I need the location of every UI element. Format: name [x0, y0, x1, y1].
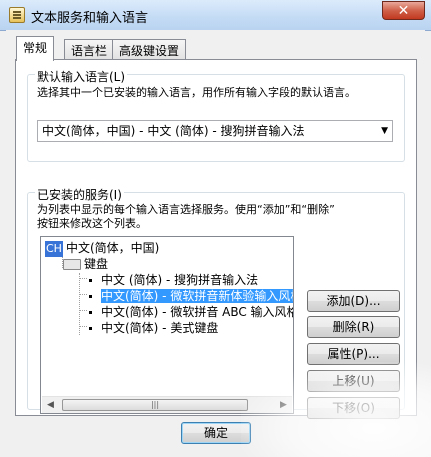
installed-services-tree[interactable]: CH 中文(简体，中国) 键盘 中文 (简体) - 搜狗拼音输入法 中文(简体) …	[40, 236, 294, 414]
tree-item-label: 中文(简体) - 微软拼音 ABC 输入风格	[101, 305, 294, 319]
tree-item-ms-abc[interactable]: 中文(简体) - 微软拼音 ABC 输入风格	[89, 304, 294, 320]
scroll-left-arrow-icon[interactable]: ◀	[42, 397, 59, 413]
default-language-selected-value: 中文(简体，中国) - 中文 (简体) - 搜狗拼音输入法	[42, 124, 305, 138]
bullet-icon	[89, 295, 92, 298]
scroll-right-arrow-icon[interactable]: ▶	[275, 397, 292, 413]
app-icon	[9, 7, 25, 23]
tree-language-node[interactable]: CH 中文(简体，中国)	[45, 240, 159, 257]
installed-services-description-line1: 为列表中显示的每个输入语言选择服务。使用“添加”和“删除”	[37, 203, 335, 216]
tree-item-label: 中文 (简体) - 搜狗拼音输入法	[101, 273, 259, 287]
tab-general[interactable]: 常规	[16, 36, 55, 61]
tab-language-bar[interactable]: 语言栏	[64, 39, 115, 59]
tab-panel-general: 默认输入语言(L) 选择其中一个已安装的输入语言，用作所有输入字段的默认语言。 …	[15, 59, 417, 419]
bullet-icon	[89, 311, 92, 314]
close-button[interactable]: ✕	[382, 1, 425, 20]
properties-button[interactable]: 属性(P)...	[307, 343, 400, 365]
tree-item-ms-new-experience[interactable]: 中文(简体) - 微软拼音新体验输入风格	[89, 288, 293, 304]
keyboard-icon	[63, 259, 81, 270]
tree-line	[79, 310, 87, 311]
window-title: 文本服务和输入语言	[31, 11, 149, 26]
chevron-down-icon: ▼	[381, 126, 388, 136]
scroll-thumb[interactable]: |||	[62, 399, 248, 411]
bullet-icon	[89, 327, 92, 330]
tree-line	[79, 326, 87, 327]
dialog-client-area: 常规 语言栏 高级键设置 默认输入语言(L) 选择其中一个已安装的输入语言，用作…	[6, 30, 425, 451]
remove-button[interactable]: 删除(R)	[307, 316, 400, 338]
tree-item-label: 中文(简体) - 美式键盘	[101, 321, 219, 335]
default-language-description: 选择其中一个已安装的输入语言，用作所有输入字段的默认语言。	[37, 86, 356, 99]
tab-advanced-key-settings[interactable]: 高级键设置	[112, 39, 187, 59]
tree-language-label: 中文(简体，中国)	[65, 241, 160, 255]
tree-item-sogou[interactable]: 中文 (简体) - 搜狗拼音输入法	[89, 272, 258, 288]
tree-line	[79, 278, 87, 279]
title-bar: 文本服务和输入语言 ✕	[0, 0, 431, 31]
tree-line	[79, 294, 87, 295]
default-language-group-label: 默认输入语言(L)	[35, 68, 128, 85]
installed-services-description-line2: 按钮来修改这个列表。	[37, 217, 147, 230]
move-down-button[interactable]: 下移(O)	[307, 397, 400, 419]
default-language-dropdown[interactable]: 中文(简体，中国) - 中文 (简体) - 搜狗拼音输入法 ▼	[37, 120, 393, 142]
tree-item-label-selected: 中文(简体) - 微软拼音新体验输入风格	[101, 289, 293, 303]
tree-keyboard-node[interactable]: 键盘	[63, 256, 108, 272]
bullet-icon	[89, 279, 92, 282]
tree-keyboard-label: 键盘	[84, 257, 109, 271]
horizontal-scrollbar[interactable]: ◀ ||| ▶	[42, 396, 292, 413]
add-button[interactable]: 添加(D)...	[307, 290, 400, 312]
ok-button[interactable]: 确定	[181, 422, 251, 444]
tree-item-us-keyboard[interactable]: 中文(简体) - 美式键盘	[89, 320, 218, 336]
move-up-button[interactable]: 上移(U)	[307, 370, 400, 392]
language-badge: CH	[45, 241, 63, 257]
installed-services-group-label: 已安装的服务(I)	[35, 186, 124, 203]
